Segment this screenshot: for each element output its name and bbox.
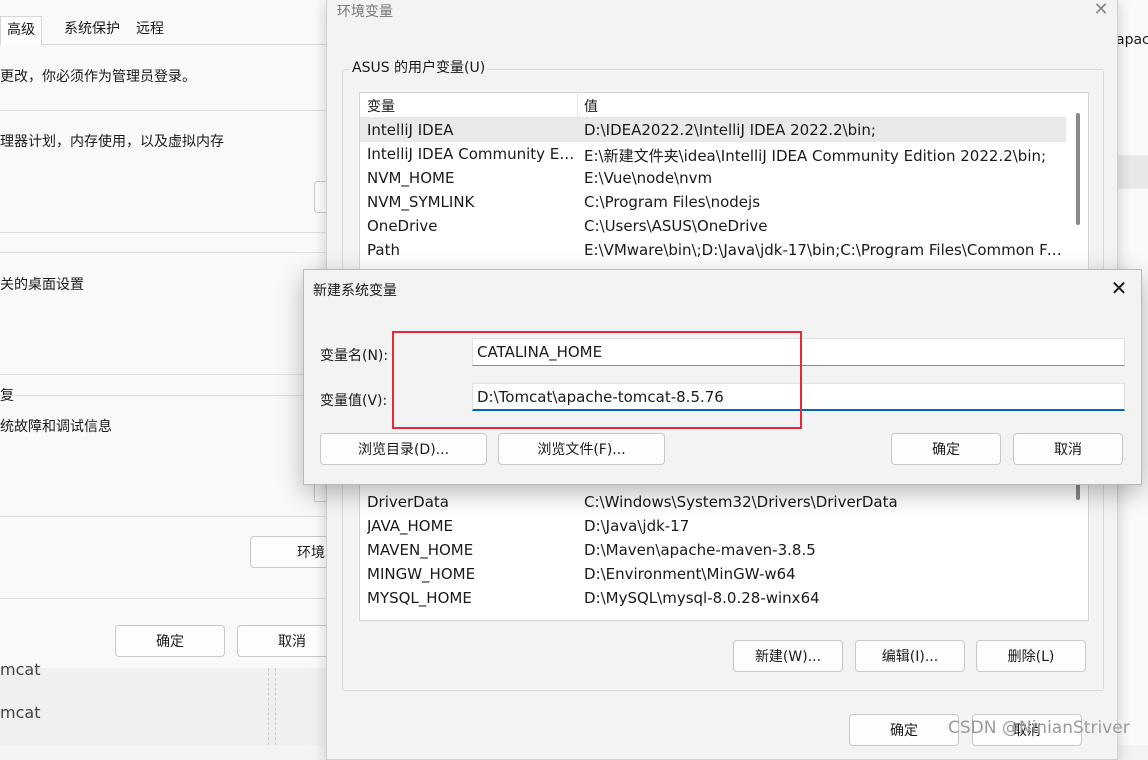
variable-value: C:\Users\ASUS\OneDrive xyxy=(584,217,768,235)
variable-name: IntelliJ IDEA Community Ed... xyxy=(367,145,575,163)
table-row[interactable]: MAVEN_HOME D:\Maven\apache-maven-3.8.5 xyxy=(360,538,1066,562)
system-variables-list[interactable]: DriverData C:\Windows\System32\Drivers\D… xyxy=(359,479,1089,621)
divider xyxy=(0,232,326,233)
variable-value: D:\IDEA2022.2\IntelliJ IDEA 2022.2\bin; xyxy=(584,121,876,139)
column-header-variable[interactable]: 变量 xyxy=(367,96,395,116)
variable-name: NVM_SYMLINK xyxy=(367,193,475,211)
scrollbar[interactable] xyxy=(1066,480,1088,620)
variable-value: D:\MySQL\mysql-8.0.28-winx64 xyxy=(584,589,820,607)
list-header: 变量 值 xyxy=(360,93,1066,118)
user-variables-label: ASUS 的用户变量(U) xyxy=(349,57,489,77)
variable-value-label: 变量值(V): xyxy=(320,393,388,409)
variable-value: C:\Program Files\nodejs xyxy=(584,193,761,211)
table-row[interactable]: IntelliJ IDEA Community Ed... E:\新建文件夹\i… xyxy=(360,142,1066,166)
variable-name: MAVEN_HOME xyxy=(367,541,474,559)
table-row[interactable]: Path E:\VMware\bin\;D:\Java\jdk-17\bin;C… xyxy=(360,238,1066,262)
variable-name: MINGW_HOME xyxy=(367,565,476,583)
tab-advanced[interactable]: 高级 xyxy=(0,16,42,45)
new-system-variable-dialog: 新建系统变量 ✕ 变量名(N): CATALINA_HOME 变量值(V): D… xyxy=(303,269,1142,485)
divider xyxy=(0,110,326,111)
sysprops-ok-button[interactable]: 确定 xyxy=(115,625,225,657)
dialog-title: 新建系统变量 xyxy=(313,283,397,299)
user-variables-list[interactable]: 变量 值 IntelliJ IDEA D:\IDEA2022.2\Intelli… xyxy=(359,92,1089,274)
table-row[interactable]: MINGW_HOME D:\Environment\MinGW-w64 xyxy=(360,562,1066,586)
background-text: mcat xyxy=(0,703,41,722)
tab-bar: 高级 系统保护 远程 xyxy=(0,16,326,45)
variable-name: OneDrive xyxy=(367,217,438,235)
variable-name: DriverData xyxy=(367,493,449,511)
close-icon[interactable]: ✕ xyxy=(1087,0,1115,20)
variable-value: D:\Maven\apache-maven-3.8.5 xyxy=(584,541,816,559)
scrollbar[interactable] xyxy=(1066,93,1088,273)
browse-file-button[interactable]: 浏览文件(F)... xyxy=(498,433,665,465)
table-row[interactable]: NVM_SYMLINK C:\Program Files\nodejs xyxy=(360,190,1066,214)
variable-value: E:\新建文件夹\idea\IntelliJ IDEA Community Ed… xyxy=(584,147,1047,165)
divider xyxy=(0,516,326,517)
variable-name-label: 变量名(N): xyxy=(320,348,389,364)
divider xyxy=(0,374,326,375)
new-variable-button[interactable]: 新建(W)... xyxy=(733,640,843,672)
column-divider[interactable] xyxy=(577,93,578,117)
table-row[interactable]: NVM_HOME E:\Vue\node\nvm xyxy=(360,166,1066,190)
variable-value: D:\Environment\MinGW-w64 xyxy=(584,565,796,583)
variable-name-field[interactable]: CATALINA_HOME xyxy=(472,338,1125,366)
delete-variable-button[interactable]: 删除(L) xyxy=(976,640,1086,672)
background-ruler xyxy=(268,668,276,745)
user-profiles-description: 关的桌面设置 xyxy=(0,277,84,293)
edit-variable-button[interactable]: 编辑(I)... xyxy=(855,640,965,672)
scrollbar-thumb[interactable] xyxy=(1076,113,1080,225)
variable-value: C:\Windows\System32\Drivers\DriverData xyxy=(584,493,898,511)
env-ok-button[interactable]: 确定 xyxy=(849,714,959,746)
watermark: CSDN @NinianStriver xyxy=(948,718,1130,738)
variable-value: E:\VMware\bin\;D:\Java\jdk-17\bin;C:\Pro… xyxy=(584,241,1064,259)
admin-notice: 更改，你必须作为管理员登录。 xyxy=(0,69,196,85)
browse-directory-button[interactable]: 浏览目录(D)... xyxy=(320,433,487,465)
variable-value: E:\Vue\node\nvm xyxy=(584,169,713,187)
background-selection xyxy=(1118,155,1148,189)
table-row[interactable]: OneDrive C:\Users\ASUS\OneDrive xyxy=(360,214,1066,238)
divider xyxy=(0,395,326,396)
variable-value-field[interactable]: D:\Tomcat\apache-tomcat-8.5.76 xyxy=(472,383,1125,411)
column-header-value[interactable]: 值 xyxy=(584,96,598,116)
table-row[interactable]: IntelliJ IDEA D:\IDEA2022.2\IntelliJ IDE… xyxy=(360,118,1066,142)
background-text: mcat xyxy=(0,660,41,679)
window-title: 环境变量 xyxy=(337,4,393,20)
variable-name: NVM_HOME xyxy=(367,169,455,187)
divider xyxy=(0,598,326,599)
close-icon[interactable]: ✕ xyxy=(1107,276,1131,300)
variable-name: IntelliJ IDEA xyxy=(367,121,454,139)
dialog-cancel-button[interactable]: 取消 xyxy=(1013,433,1123,465)
variable-name: MYSQL_HOME xyxy=(367,589,472,607)
variable-value: D:\Java\jdk-17 xyxy=(584,517,690,535)
dialog-ok-button[interactable]: 确定 xyxy=(891,433,1001,465)
performance-description: 理器计划，内存使用，以及虚拟内存 xyxy=(0,134,224,150)
background-window-strip: mcat mcat xyxy=(0,660,326,745)
background-text: apac xyxy=(1116,32,1148,48)
table-row[interactable]: JAVA_HOME D:\Java\jdk-17 xyxy=(360,514,1066,538)
environment-variables-button[interactable]: 环境 xyxy=(250,536,330,568)
tab-system-protection[interactable]: 系统保护 xyxy=(58,16,126,43)
table-row[interactable]: MYSQL_HOME D:\MySQL\mysql-8.0.28-winx64 xyxy=(360,586,1066,610)
tab-remote[interactable]: 远程 xyxy=(130,16,170,43)
startup-recovery-description: 统故障和调试信息 xyxy=(0,419,112,435)
variable-name: Path xyxy=(367,241,400,259)
system-properties-window: 高级 系统保护 远程 更改，你必须作为管理员登录。 理器计划，内存使用，以及虚拟… xyxy=(0,0,347,669)
table-row[interactable]: DriverData C:\Windows\System32\Drivers\D… xyxy=(360,490,1066,514)
variable-name: JAVA_HOME xyxy=(367,517,454,535)
divider xyxy=(0,252,326,253)
